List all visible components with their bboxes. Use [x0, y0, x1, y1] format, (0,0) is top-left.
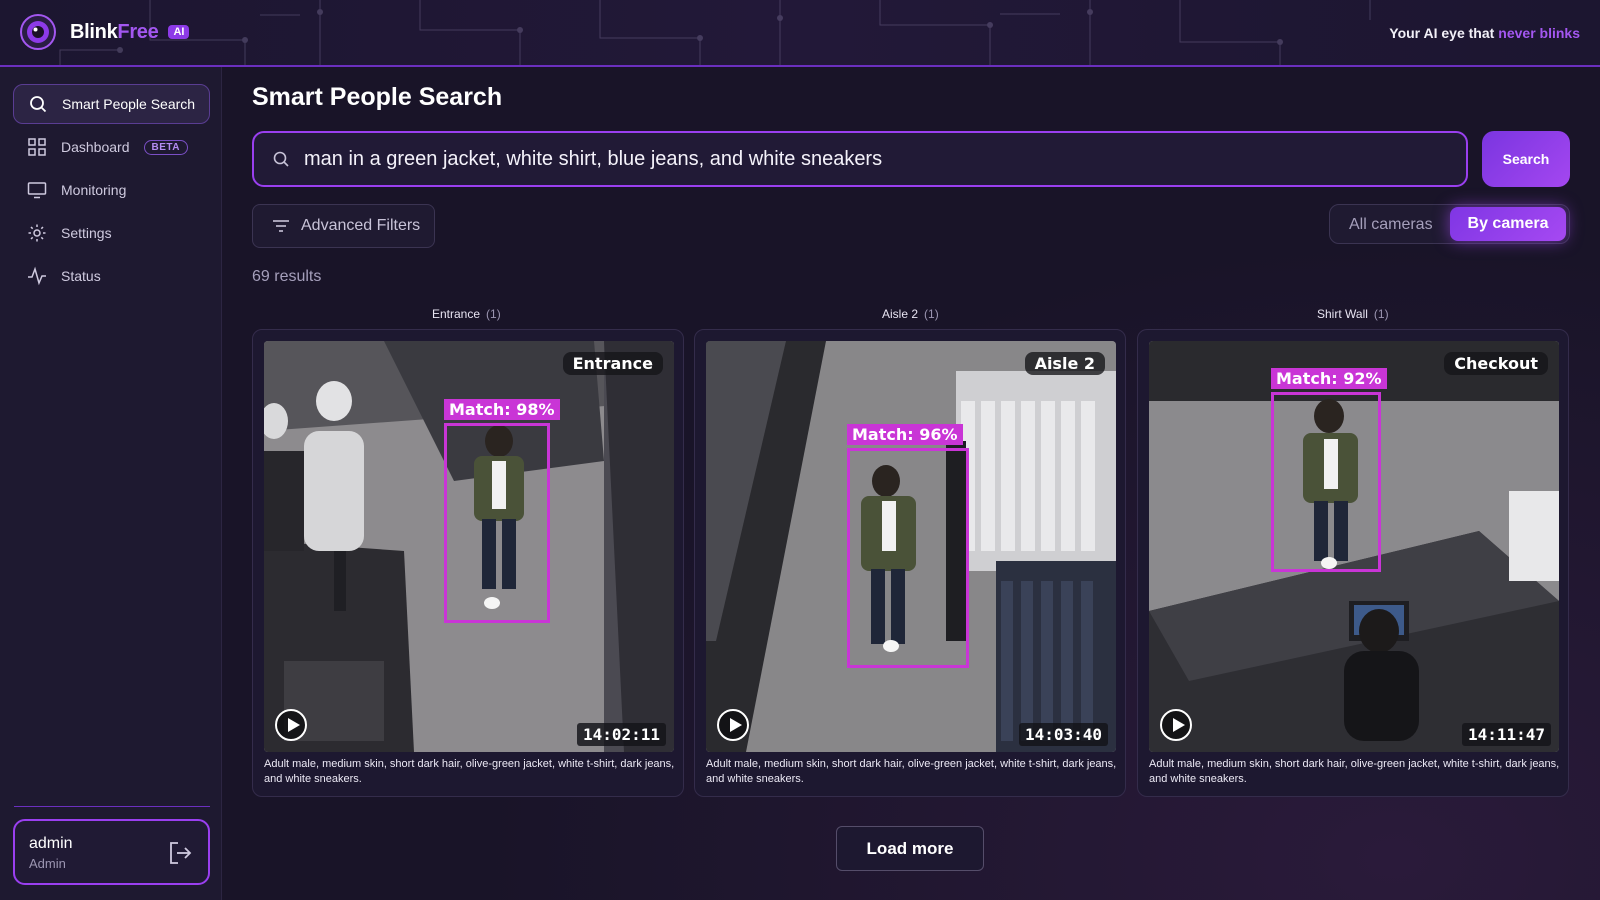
play-button-icon[interactable] [717, 709, 749, 741]
person-description: Adult male, medium skin, short dark hair… [706, 758, 1117, 785]
result-card[interactable]: Checkout Match: 92% 14:11:47 Adult male,… [1137, 329, 1569, 797]
search-icon [30, 96, 47, 113]
by-camera-tab[interactable]: By camera [1450, 207, 1566, 241]
group-label-aisle-2: Aisle 2 (1) [882, 307, 939, 321]
sidebar-item-label: Status [61, 268, 101, 284]
sidebar-item-label: Dashboard [61, 139, 130, 155]
video-thumbnail[interactable]: Entrance Match: 98% 14:02:11 [264, 341, 674, 752]
group-label-shirt-wall: Shirt Wall (1) [1317, 307, 1389, 321]
all-cameras-tab[interactable]: All cameras [1349, 216, 1433, 234]
timestamp: 14:11:47 [1461, 723, 1551, 746]
sidebar-item-smart-people-search[interactable]: Smart People Search [13, 84, 210, 124]
sidebar-item-label: Smart People Search [62, 96, 196, 112]
result-card[interactable]: Entrance Match: 98% 14:02:11 Adult male,… [252, 329, 684, 797]
top-header: BlinkFree AI Your AI eye that never blink… [0, 0, 1600, 67]
match-score-label: Match: 92% [1271, 368, 1387, 389]
video-thumbnail[interactable]: Checkout Match: 92% 14:11:47 [1149, 341, 1559, 752]
ai-badge: AI [168, 25, 190, 39]
app-name: BlinkFree [70, 20, 159, 43]
logout-icon[interactable] [168, 840, 194, 866]
search-icon [273, 151, 289, 167]
advanced-filters-label: Advanced Filters [301, 217, 421, 234]
detection-bounding-box [444, 423, 550, 623]
sidebar: Smart People Search Dashboard BETA Monit… [0, 67, 222, 900]
search-button[interactable]: Search [1482, 131, 1570, 187]
main-content: Smart People Search Search Advanced Filt… [222, 67, 1600, 900]
sidebar-item-label: Settings [61, 225, 112, 241]
beta-badge: BETA [143, 139, 188, 155]
activity-icon [28, 266, 46, 286]
sidebar-divider [14, 806, 210, 807]
view-toggle: All cameras By camera [1329, 204, 1570, 244]
tagline: Your AI eye that never blinks [1389, 25, 1580, 41]
timestamp: 14:03:40 [1018, 723, 1108, 746]
play-button-icon[interactable] [1160, 709, 1192, 741]
results-count: 69 results [252, 268, 322, 285]
timestamp: 14:02:11 [576, 723, 666, 746]
circuit-pattern-decoration [59, 0, 1371, 65]
person-description: Adult male, medium skin, short dark hair… [1149, 758, 1560, 785]
sidebar-item-label: Monitoring [61, 182, 127, 198]
camera-label: Aisle 2 [1024, 352, 1105, 375]
detection-bounding-box [1271, 392, 1381, 572]
user-name: admin [29, 835, 73, 852]
grid-icon [28, 138, 46, 156]
advanced-filters-button[interactable]: Advanced Filters [252, 204, 435, 248]
app-logo[interactable]: BlinkFree AI [20, 14, 190, 50]
result-card[interactable]: Aisle 2 Match: 96% 14:03:40 Adult male, … [694, 329, 1126, 797]
sidebar-item-dashboard[interactable]: Dashboard BETA [13, 127, 210, 167]
match-score-label: Match: 98% [444, 399, 560, 420]
monitor-icon [27, 182, 47, 199]
video-thumbnail[interactable]: Aisle 2 Match: 96% 14:03:40 [706, 341, 1116, 752]
match-score-label: Match: 96% [847, 424, 963, 445]
camera-label: Entrance [562, 352, 663, 375]
filter-icon [273, 220, 289, 232]
sidebar-item-status[interactable]: Status [13, 256, 210, 296]
group-label-entrance: Entrance (1) [432, 307, 501, 321]
eye-logo-icon [20, 14, 56, 50]
sidebar-item-monitoring[interactable]: Monitoring [13, 170, 210, 210]
camera-label: Checkout [1444, 352, 1548, 375]
sidebar-item-settings[interactable]: Settings [13, 213, 210, 253]
play-button-icon[interactable] [275, 709, 307, 741]
gear-icon [28, 224, 46, 242]
search-box[interactable] [252, 131, 1468, 187]
page-title: Smart People Search [252, 83, 503, 111]
load-more-button[interactable]: Load more [836, 826, 984, 871]
person-description: Adult male, medium skin, short dark hair… [264, 758, 675, 785]
detection-bounding-box [847, 448, 969, 668]
user-role: Admin [29, 856, 66, 871]
search-input[interactable] [304, 147, 1444, 171]
user-card: admin Admin [13, 819, 210, 885]
